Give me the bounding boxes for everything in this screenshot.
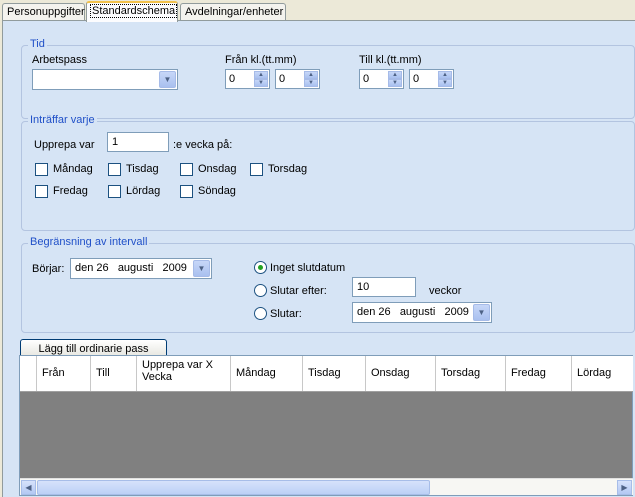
upprepa-value: 1: [112, 136, 119, 148]
col-header-lordag[interactable]: Lördag: [571, 356, 633, 391]
checkbox-fredag[interactable]: [35, 185, 48, 198]
triangle-down-icon[interactable]: ▼: [254, 79, 268, 87]
label-mandag: Måndag: [53, 163, 93, 175]
till-min-value: 0: [413, 73, 420, 85]
fran-label: Från kl.(tt.mm): [225, 54, 297, 66]
col-header-torsdag[interactable]: Torsdag: [435, 356, 505, 391]
label-sondag: Söndag: [198, 185, 236, 197]
col-header-upprepa-label: Upprepa var X Vecka: [142, 359, 213, 383]
till-label: Till kl.(tt.mm): [359, 54, 422, 66]
tab-standardschema[interactable]: Standardschema: [86, 1, 178, 22]
col-header-mandag[interactable]: Måndag: [230, 356, 302, 391]
col-header-fredag[interactable]: Fredag: [505, 356, 571, 391]
triangle-up-icon[interactable]: ▲: [304, 71, 318, 79]
chevron-down-icon[interactable]: ▼: [159, 71, 176, 88]
col-header-tisdag-label: Tisdag: [308, 367, 341, 379]
slutar-date-value: den 26 augusti 2009: [357, 306, 469, 318]
col-header-tisdag[interactable]: Tisdag: [302, 356, 365, 391]
col-header-till[interactable]: Till: [90, 356, 136, 391]
chevron-right-icon[interactable]: ▶: [617, 480, 632, 495]
col-header-fran-label: Från: [42, 367, 65, 379]
group-tid: Tid Arbetspass ▼ Från kl.(tt.mm) 0 ▲ ▼ 0…: [21, 38, 635, 119]
col-header-mandag-label: Måndag: [236, 367, 276, 379]
arbetspass-dropdown[interactable]: ▼: [32, 69, 178, 90]
radio-inget-slutdatum[interactable]: [254, 261, 267, 274]
scrollbar-thumb[interactable]: [37, 480, 430, 495]
group-intraffar-legend: Inträffar varje: [28, 114, 97, 126]
borjar-datepicker[interactable]: den 26 augusti 2009 ▼: [70, 258, 212, 279]
chevron-left-icon[interactable]: ◀: [21, 480, 36, 495]
checkbox-tisdag[interactable]: [108, 163, 121, 176]
slutar-efter-input[interactable]: 10: [352, 277, 416, 297]
tab-personuppgifter[interactable]: Personuppgifter: [2, 3, 85, 21]
schedule-grid[interactable]: Från Till Upprepa var X Vecka Måndag Tis…: [19, 355, 633, 496]
label-onsdag: Onsdag: [198, 163, 237, 175]
checkbox-onsdag[interactable]: [180, 163, 193, 176]
col-header-onsdag-label: Onsdag: [371, 367, 410, 379]
fran-hour-stepper[interactable]: 0 ▲ ▼: [225, 69, 270, 89]
vecka-suffix: :e vecka på:: [173, 139, 233, 151]
grid-row-header: [20, 356, 36, 391]
fran-min-value: 0: [279, 73, 286, 85]
checkbox-lordag[interactable]: [108, 185, 121, 198]
group-tid-legend: Tid: [28, 38, 47, 50]
grid-header: Från Till Upprepa var X Vecka Måndag Tis…: [20, 356, 633, 392]
chevron-down-icon[interactable]: ▼: [193, 260, 210, 277]
tab-standardschema-label: Standardschema: [89, 4, 178, 18]
group-intervall: Begränsning av intervall Börjar: den 26 …: [21, 236, 635, 333]
label-torsdag: Torsdag: [268, 163, 308, 175]
group-intraffar: Inträffar varje Upprepa var 1 :e vecka p…: [21, 114, 635, 231]
slutar-efter-value: 10: [357, 281, 370, 293]
till-min-stepper[interactable]: 0 ▲ ▼: [409, 69, 454, 89]
col-header-fredag-label: Fredag: [511, 367, 546, 379]
checkbox-mandag[interactable]: [35, 163, 48, 176]
tab-avdelningar[interactable]: Avdelningar/enheter: [180, 3, 286, 21]
radio-slutar-efter[interactable]: [254, 284, 267, 297]
col-header-torsdag-label: Torsdag: [441, 367, 481, 379]
fran-hour-value: 0: [229, 73, 236, 85]
label-slutar: Slutar:: [270, 308, 302, 320]
label-inget-slutdatum: Inget slutdatum: [270, 262, 346, 274]
col-header-upprepa[interactable]: Upprepa var X Vecka: [136, 356, 230, 391]
triangle-up-icon[interactable]: ▲: [254, 71, 268, 79]
upprepa-label: Upprepa var: [34, 139, 95, 151]
till-hour-value: 0: [363, 73, 370, 85]
veckor-label: veckor: [429, 285, 462, 297]
upprepa-input[interactable]: 1: [107, 132, 169, 152]
label-tisdag: Tisdag: [126, 163, 159, 175]
label-lordag: Lördag: [126, 185, 161, 197]
triangle-up-icon[interactable]: ▲: [438, 71, 452, 79]
fran-min-stepper[interactable]: 0 ▲ ▼: [275, 69, 320, 89]
arbetspass-label: Arbetspass: [32, 54, 88, 66]
col-header-onsdag[interactable]: Onsdag: [365, 356, 435, 391]
triangle-down-icon[interactable]: ▼: [388, 79, 402, 87]
col-header-lordag-label: Lördag: [577, 367, 612, 379]
radio-slutar[interactable]: [254, 307, 267, 320]
triangle-up-icon[interactable]: ▲: [388, 71, 402, 79]
horizontal-scrollbar[interactable]: ◀ ▶: [20, 478, 633, 495]
triangle-down-icon[interactable]: ▼: [438, 79, 452, 87]
slutar-datepicker[interactable]: den 26 augusti 2009 ▼: [352, 302, 492, 323]
group-intervall-legend: Begränsning av intervall: [28, 236, 150, 248]
checkbox-torsdag[interactable]: [250, 163, 263, 176]
label-fredag: Fredag: [53, 185, 88, 197]
col-header-till-label: Till: [96, 367, 110, 379]
chevron-down-icon[interactable]: ▼: [473, 304, 490, 321]
triangle-down-icon[interactable]: ▼: [304, 79, 318, 87]
borjar-date-value: den 26 augusti 2009: [75, 262, 187, 274]
till-hour-stepper[interactable]: 0 ▲ ▼: [359, 69, 404, 89]
col-header-fran[interactable]: Från: [36, 356, 90, 391]
label-slutar-efter: Slutar efter:: [270, 285, 327, 297]
borjar-label: Börjar:: [32, 263, 65, 275]
checkbox-sondag[interactable]: [180, 185, 193, 198]
tab-strip: Personuppgifter Standardschema Avdelning…: [0, 0, 635, 22]
